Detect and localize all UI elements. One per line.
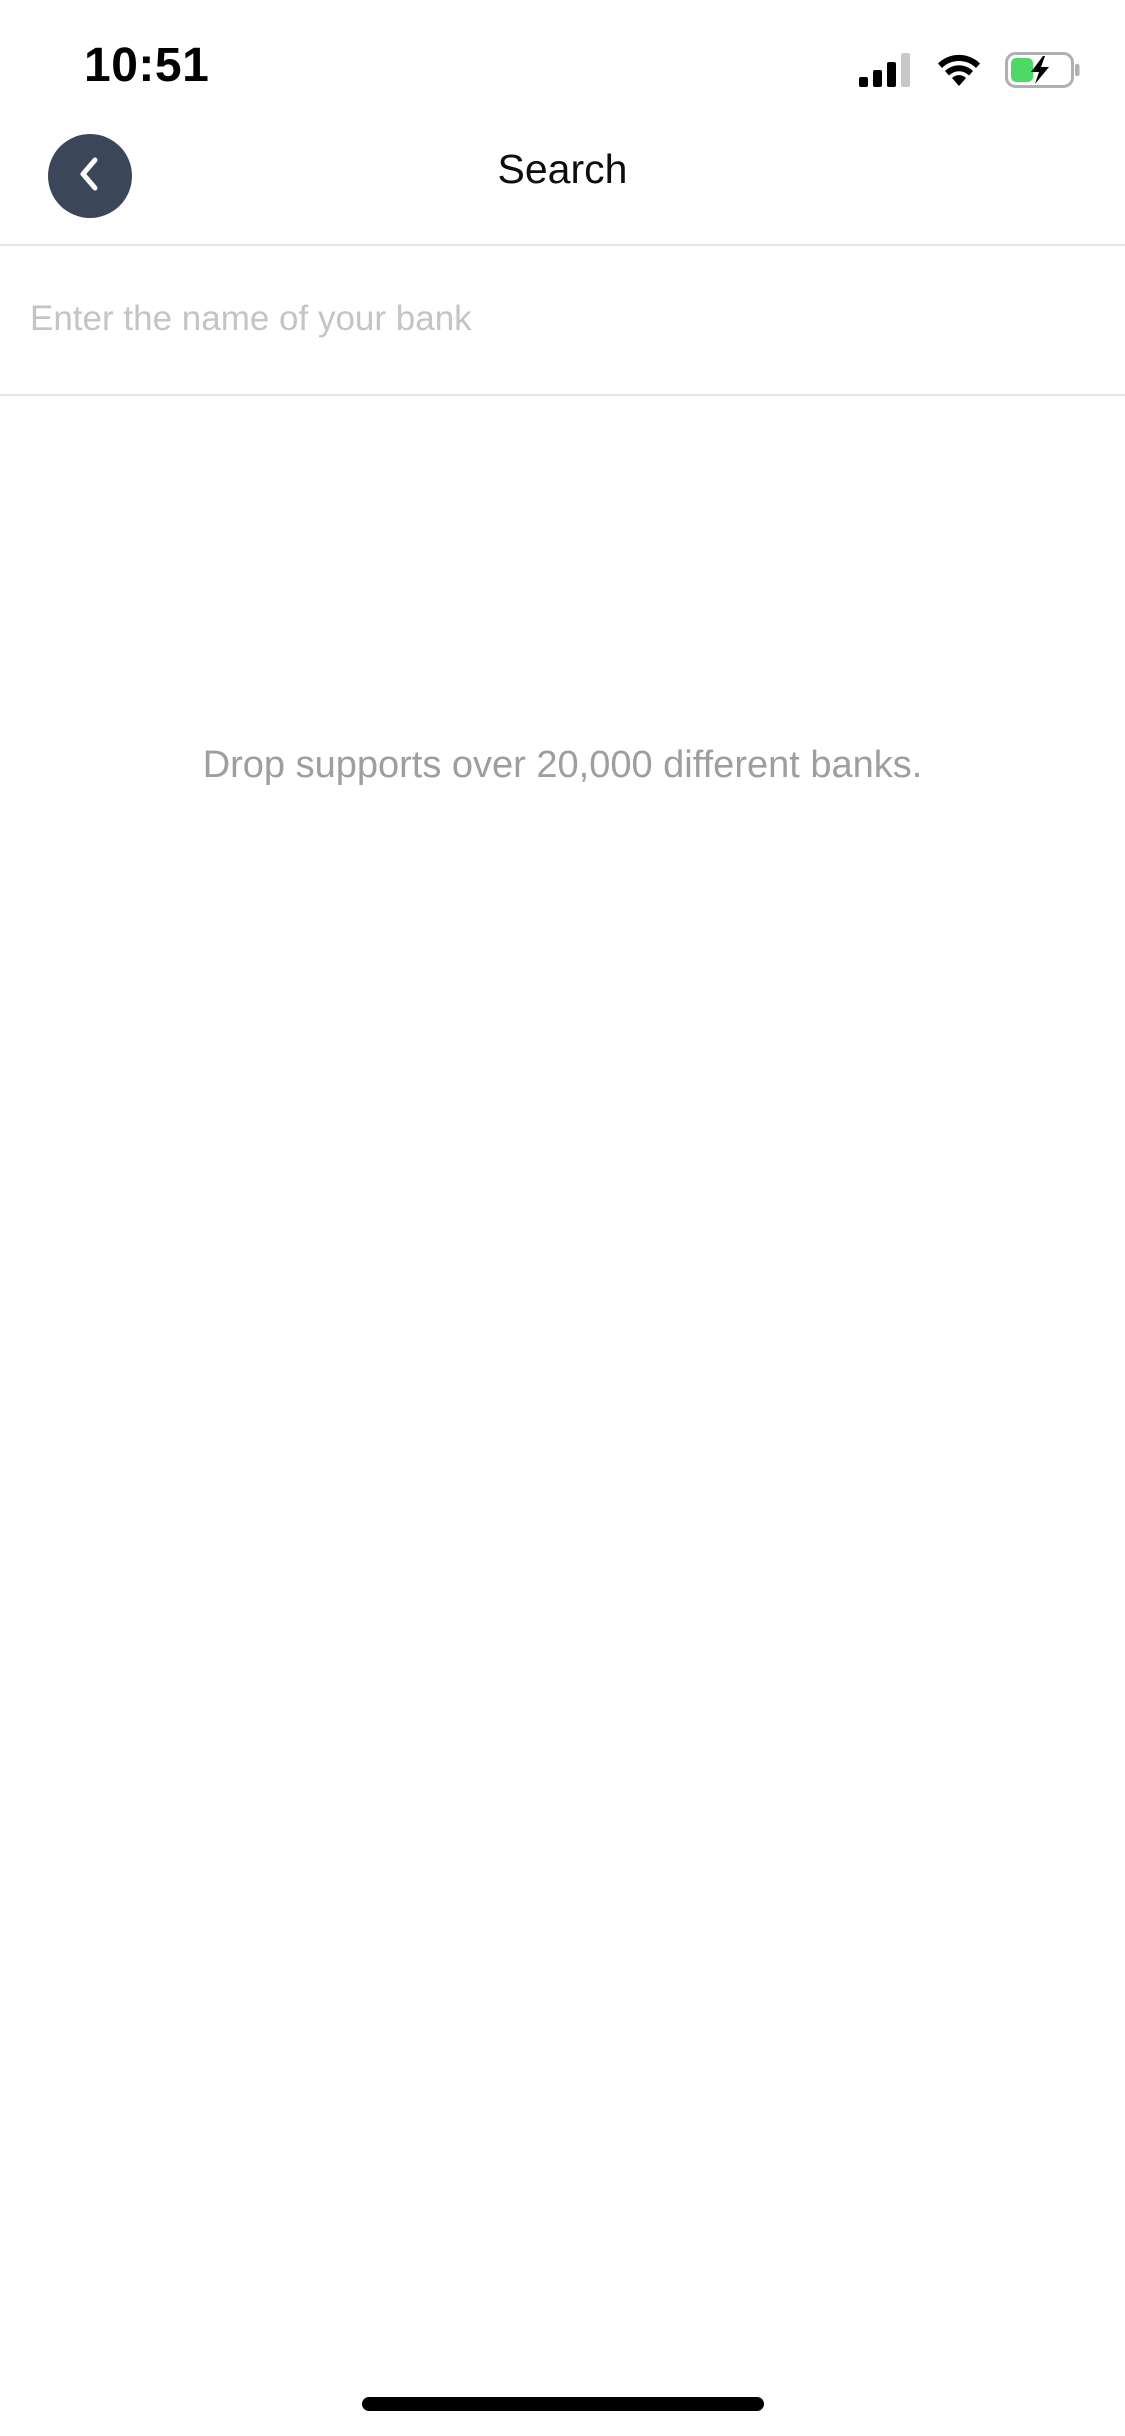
status-bar: 10:51: [0, 0, 1125, 132]
home-indicator[interactable]: [362, 2397, 764, 2411]
signal-icon: [859, 53, 913, 87]
status-icons: [859, 50, 1081, 90]
wifi-icon: [935, 52, 983, 88]
battery-charging-icon: [1005, 52, 1081, 88]
bank-search-input[interactable]: [30, 284, 1090, 354]
search-screen: 10:51 Search Enter the name of your bank…: [0, 0, 1125, 2436]
page-title: Search: [497, 146, 628, 192]
empty-state-message: Drop supports over 20,000 different bank…: [202, 744, 923, 786]
nav-bar: Search: [0, 132, 1125, 246]
status-time: 10:51: [84, 39, 210, 92]
search-row: [0, 246, 1125, 396]
